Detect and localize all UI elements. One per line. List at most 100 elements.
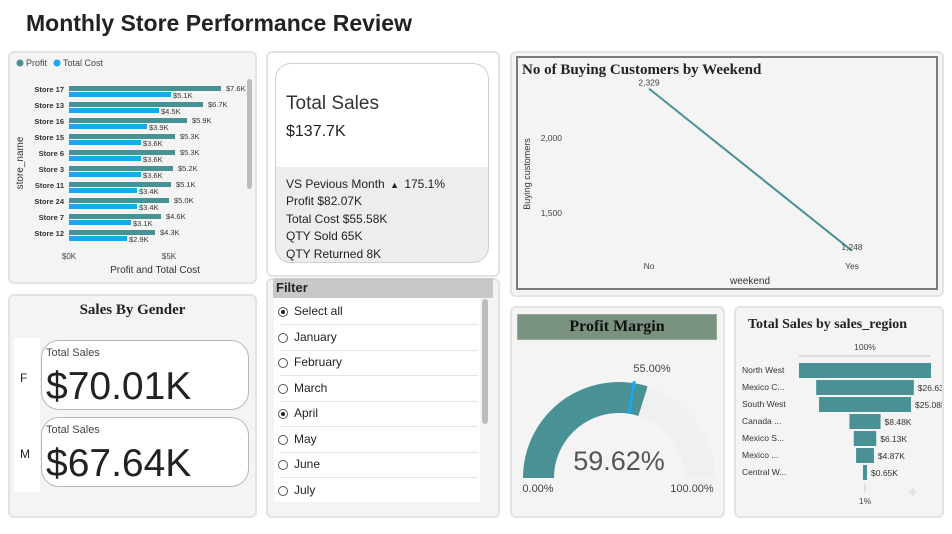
x-tick-label: $0K xyxy=(62,252,77,261)
filter-option-january[interactable]: January xyxy=(278,326,478,351)
radio-icon xyxy=(278,409,288,419)
region-tick-label: North West xyxy=(742,365,785,375)
total-cost-data-label: $3.9K xyxy=(149,123,169,132)
region-tick-label: Mexico ... xyxy=(742,450,778,460)
profit-bar xyxy=(69,102,203,107)
legend-profit-swatch xyxy=(16,59,24,67)
store-tick-label: Store 6 xyxy=(39,149,64,158)
total-cost-bar xyxy=(69,124,147,129)
store-tick-label: Store 3 xyxy=(39,165,64,174)
filter-option-may[interactable]: May xyxy=(278,428,478,453)
store-bar-chart[interactable]: Profit Total Cost Store 17 $7.6K $5.1K Store … xyxy=(10,53,255,282)
region-bar xyxy=(853,431,877,446)
total-sales-card[interactable]: Total Sales $137.7K VS Pevious Month ▲ 1… xyxy=(275,63,489,263)
y-axis-label: store_name xyxy=(15,136,26,189)
radio-icon xyxy=(278,460,288,470)
gauge-min-label: 0.00% xyxy=(522,483,553,495)
funnel-bottom-label: 1% xyxy=(859,496,872,506)
profit-data-label: $5.3K xyxy=(180,132,200,141)
total-cost-bar xyxy=(69,236,127,241)
filter-option-july[interactable]: July xyxy=(278,479,478,504)
profit-margin-panel: Profit Margin 55.00% 59.62% 0.00% 100.00% xyxy=(510,306,725,518)
profit-data-label: $5.0K xyxy=(174,196,194,205)
series-line xyxy=(648,87,853,252)
profit-data-label: $5.3K xyxy=(180,148,200,157)
gender-label-m: M xyxy=(20,447,30,461)
gauge-target-label: 55.00% xyxy=(633,363,671,375)
store-tick-label: Store 16 xyxy=(34,117,64,126)
male-sales-card[interactable]: Total Sales $67.64K xyxy=(41,417,249,487)
weekend-line-chart[interactable]: 1,500 2,000 Buying customers 2,329 No 1,248 Ye… xyxy=(518,58,936,288)
profit-margin-gauge[interactable]: 55.00% 59.62% 0.00% 100.00% xyxy=(512,342,723,517)
vs-label: VS Pevious Month xyxy=(286,177,385,191)
profit-margin-title: Profit Margin xyxy=(569,318,665,335)
total-sales-card-top xyxy=(276,64,488,167)
qty-sold-line: QTY Sold 65K xyxy=(286,229,363,243)
filter-option-june[interactable]: June xyxy=(278,453,478,478)
female-sales-card[interactable]: Total Sales $70.01K xyxy=(41,340,249,410)
store-tick-label: Store 7 xyxy=(39,213,64,222)
legend-total-cost-label: Total Cost xyxy=(63,58,104,68)
gender-card-strip xyxy=(14,338,40,492)
total-cost-data-label: $2.9K xyxy=(129,235,149,244)
region-data-label: $4.87K xyxy=(878,451,905,461)
point-data-label: 2,329 xyxy=(638,78,660,88)
filter-option-select-all[interactable]: Select all xyxy=(278,300,478,325)
total-cost-bar xyxy=(69,220,131,225)
x-axis-label: Profit and Total Cost xyxy=(110,265,200,276)
store-tick-label: Store 12 xyxy=(34,229,64,238)
filter-option-april[interactable]: April xyxy=(278,402,478,427)
sparkle-icon: ✦ xyxy=(906,485,920,502)
region-bar xyxy=(819,397,911,412)
filter-scrollbar[interactable] xyxy=(482,299,488,424)
x-tick-label: Yes xyxy=(845,261,859,271)
store-tick-label: Store 24 xyxy=(34,197,64,206)
total-cost-data-label: $5.1K xyxy=(173,91,193,100)
total-cost-line: Total Cost $55.58K xyxy=(286,212,388,226)
store-tick-label: Store 11 xyxy=(35,181,64,190)
radio-icon xyxy=(278,333,288,343)
qty-returned-line: QTY Returned 8K xyxy=(286,247,382,261)
total-cost-data-label: $3.6K xyxy=(143,155,163,164)
radio-icon xyxy=(278,435,288,445)
gender-label-f: F xyxy=(20,371,28,385)
region-chart-title: Total Sales by sales_region xyxy=(748,317,908,332)
sales-by-gender-title: Sales By Gender xyxy=(79,302,186,318)
region-bar xyxy=(816,380,914,395)
region-tick-label: Canada ... xyxy=(742,416,781,426)
legend-profit-label: Profit xyxy=(26,58,48,68)
up-arrow-icon: ▲ xyxy=(390,180,399,190)
total-cost-data-label: $3.4K xyxy=(139,203,159,212)
male-sales-value: $67.64K xyxy=(46,442,192,485)
total-cost-bar xyxy=(69,156,141,161)
store-tick-label: Store 15 xyxy=(34,133,64,142)
filter-header: Filter xyxy=(273,278,493,298)
total-cost-data-label: $3.1K xyxy=(133,219,153,228)
total-cost-data-label: $3.6K xyxy=(143,171,163,180)
profit-bar xyxy=(69,86,221,91)
filter-option-march[interactable]: March xyxy=(278,377,478,402)
total-cost-data-label: $3.6K xyxy=(143,139,163,148)
region-data-label: $25.08K xyxy=(915,400,942,410)
profit-data-label: $5.1K xyxy=(176,180,196,189)
chart-scrollbar[interactable] xyxy=(247,79,252,189)
point-data-label: 1,248 xyxy=(841,242,863,252)
weekend-chart-frame: No of Buying Customers by Weekend 1,500 2… xyxy=(516,56,938,290)
store-tick-label: Store 17 xyxy=(34,85,64,94)
total-cost-bar xyxy=(69,92,171,97)
profit-data-label: $5.2K xyxy=(178,164,198,173)
region-data-label: $0.65K xyxy=(871,468,898,478)
filter-title: Filter xyxy=(276,280,308,295)
store-tick-label: Store 13 xyxy=(34,101,64,110)
region-bar xyxy=(849,414,881,429)
radio-icon xyxy=(278,307,288,317)
gauge-max-label: 100.00% xyxy=(670,483,714,495)
region-data-label: $8.48K xyxy=(885,417,912,427)
filter-option-february[interactable]: February xyxy=(278,351,478,376)
total-cost-bar xyxy=(69,108,159,113)
y-tick-label: 2,000 xyxy=(541,133,563,143)
total-cost-bar xyxy=(69,172,141,177)
gauge-value-label: 59.62% xyxy=(573,446,665,476)
total-cost-data-label: $4.5K xyxy=(161,107,181,116)
profit-data-label: $4.3K xyxy=(160,228,180,237)
